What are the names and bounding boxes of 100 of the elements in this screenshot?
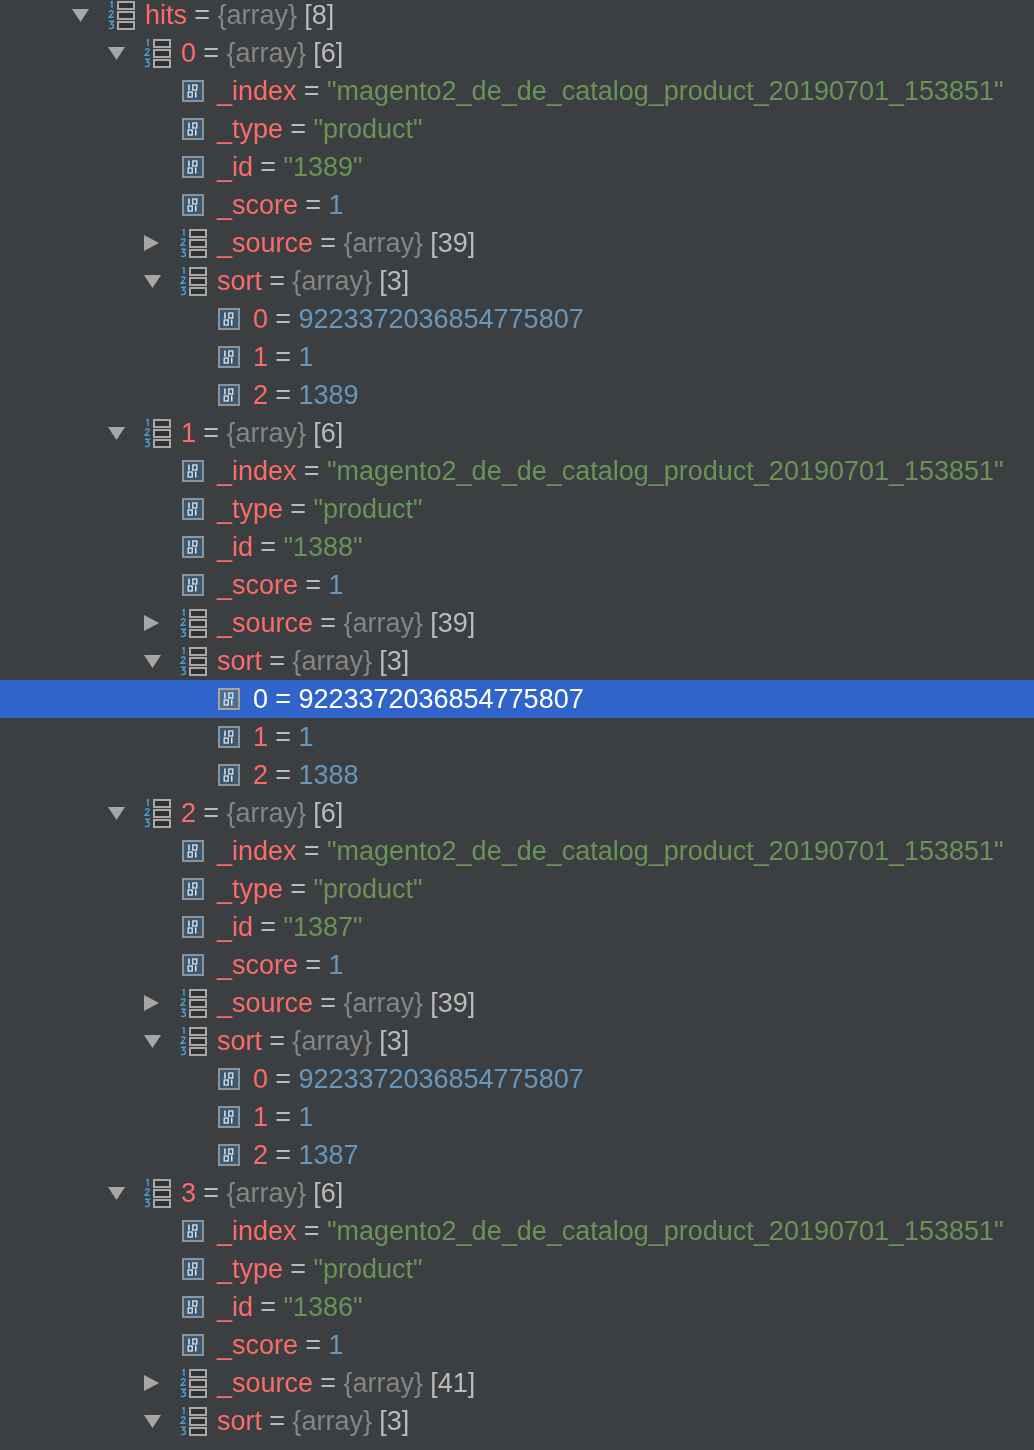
variable-name: 2 [181, 799, 197, 827]
caret-down-icon[interactable] [144, 274, 161, 288]
tree-row[interactable]: 1 = {array} [6] [0, 414, 1034, 452]
caret-down-icon[interactable] [108, 426, 125, 440]
binary-icon [182, 954, 204, 976]
caret-down-icon[interactable] [144, 654, 161, 668]
tree-row[interactable]: _index = "magento2_de_de_catalog_product_20190701_153851" [0, 72, 1034, 110]
binary-icon [182, 1296, 204, 1318]
array-size: [6] [313, 39, 344, 67]
variable-name: _score [217, 1331, 299, 1359]
caret-down-icon[interactable] [144, 1034, 161, 1048]
variable-value: 9223372036854775807 [298, 1065, 584, 1093]
tree-row[interactable]: hits = {array} [8] [0, 0, 1034, 34]
array-size: [3] [379, 647, 410, 675]
equals-sign: = [275, 343, 292, 371]
caret-down-icon[interactable] [108, 806, 125, 820]
tree-row[interactable]: 0 = 9223372036854775807 [0, 1060, 1034, 1098]
tree-row[interactable]: _index = "magento2_de_de_catalog_product_20190701_153851" [0, 832, 1034, 870]
binary-icon [182, 156, 204, 178]
tree-row[interactable]: sort = {array} [3] [0, 642, 1034, 680]
array-type: {array} [217, 1, 297, 29]
tree-row[interactable]: 1 = 1 [0, 718, 1034, 756]
array-size: [6] [313, 419, 344, 447]
variable-name: _index [217, 837, 297, 865]
tree-row[interactable]: _type = "product" [0, 1250, 1034, 1288]
tree-row[interactable]: _type = "product" [0, 110, 1034, 148]
array-type: {array} [292, 647, 372, 675]
caret-right-icon[interactable] [144, 995, 159, 1011]
tree-row[interactable]: _score = 1 [0, 1326, 1034, 1364]
equals-sign: = [275, 1065, 292, 1093]
array-type: {array} [343, 989, 423, 1017]
tree-row[interactable]: 0 = 9223372036854775807 [0, 680, 1034, 718]
binary-icon [182, 536, 204, 558]
caret-down-icon[interactable] [72, 8, 89, 22]
tree-row[interactable]: _score = 1 [0, 186, 1034, 224]
variable-value: 1 [328, 571, 344, 599]
equals-sign: = [275, 381, 292, 409]
variable-name: 1 [253, 723, 269, 751]
equals-sign: = [203, 1179, 220, 1207]
tree-row[interactable]: sort = {array} [3] [0, 262, 1034, 300]
tree-row[interactable]: 2 = 1388 [0, 756, 1034, 794]
caret-right-icon[interactable] [144, 235, 159, 251]
equals-sign: = [269, 267, 286, 295]
equals-sign: = [303, 457, 320, 485]
tree-row[interactable]: 1 = 1 [0, 1098, 1034, 1136]
array-type: {array} [226, 39, 306, 67]
tree-row[interactable]: _index = "magento2_de_de_catalog_product_20190701_153851" [0, 1212, 1034, 1250]
tree-row[interactable]: 2 = 1389 [0, 376, 1034, 414]
tree-row[interactable]: 2 = 1387 [0, 1136, 1034, 1174]
array-type: {array} [292, 267, 372, 295]
tree-row[interactable]: 1 = 1 [0, 338, 1034, 376]
variable-name: 2 [253, 1141, 269, 1169]
variable-value: 9223372036854775807 [298, 305, 584, 333]
tree-row[interactable]: 3 = {array} [6] [0, 1174, 1034, 1212]
equals-sign: = [303, 1217, 320, 1245]
caret-down-icon[interactable] [108, 46, 125, 60]
tree-row[interactable]: _source = {array} [39] [0, 984, 1034, 1022]
tree-row[interactable]: _score = 1 [0, 946, 1034, 984]
binary-icon [182, 878, 204, 900]
variable-name: 0 [253, 685, 269, 713]
variable-name: sort [217, 1027, 262, 1055]
tree-row[interactable]: _id = "1388" [0, 528, 1034, 566]
equals-sign: = [290, 1255, 307, 1283]
tree-row[interactable]: _id = "1389" [0, 148, 1034, 186]
tree-row[interactable]: _source = {array} [39] [0, 604, 1034, 642]
tree-row[interactable]: _type = "product" [0, 870, 1034, 908]
array-type: {array} [343, 229, 423, 257]
variable-value: 1 [328, 1331, 344, 1359]
tree-row[interactable]: 0 = {array} [6] [0, 34, 1034, 72]
equals-sign: = [275, 1141, 292, 1169]
equals-sign: = [303, 77, 320, 105]
tree-row[interactable]: _id = "1387" [0, 908, 1034, 946]
tree-row[interactable]: _source = {array} [39] [0, 224, 1034, 262]
equals-sign: = [320, 609, 337, 637]
equals-sign: = [305, 1331, 322, 1359]
equals-sign: = [320, 1369, 337, 1397]
variable-name: 0 [181, 39, 197, 67]
tree-row[interactable]: 2 = {array} [6] [0, 794, 1034, 832]
tree-row[interactable]: _index = "magento2_de_de_catalog_product_20190701_153851" [0, 452, 1034, 490]
caret-down-icon[interactable] [108, 1186, 125, 1200]
variable-value: 1 [328, 191, 344, 219]
variable-name: 2 [253, 381, 269, 409]
tree-row[interactable]: sort = {array} [3] [0, 1022, 1034, 1060]
caret-right-icon[interactable] [144, 1375, 159, 1391]
caret-down-icon[interactable] [144, 1414, 161, 1428]
numbered-list-icon [108, 0, 135, 30]
equals-sign: = [275, 1103, 292, 1131]
tree-row[interactable]: 0 = 9223372036854775807 [0, 300, 1034, 338]
array-type: {array} [292, 1407, 372, 1435]
variable-name: 1 [253, 343, 269, 371]
tree-row[interactable]: _id = "1386" [0, 1288, 1034, 1326]
tree-row[interactable]: sort = {array} [3] [0, 1402, 1034, 1440]
variable-value: 1 [298, 723, 314, 751]
variable-value: "magento2_de_de_catalog_product_20190701_153851" [326, 77, 1004, 105]
equals-sign: = [303, 837, 320, 865]
variable-value: "1386" [283, 1293, 363, 1321]
tree-row[interactable]: _score = 1 [0, 566, 1034, 604]
tree-row[interactable]: _type = "product" [0, 490, 1034, 528]
tree-row[interactable]: _source = {array} [41] [0, 1364, 1034, 1402]
caret-right-icon[interactable] [144, 615, 159, 631]
